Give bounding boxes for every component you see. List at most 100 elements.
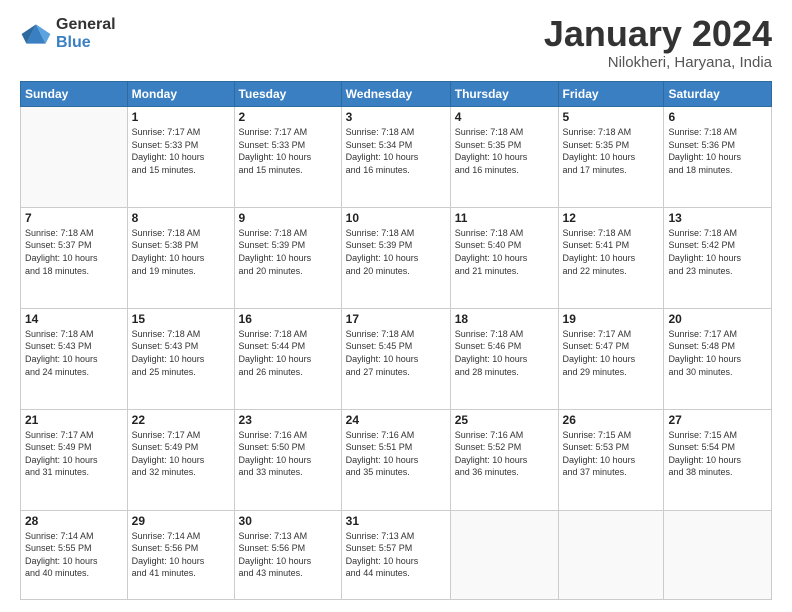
day-info: Sunrise: 7:18 AM Sunset: 5:39 PM Dayligh… xyxy=(239,227,337,277)
day-number: 10 xyxy=(346,211,446,225)
logo-blue-text: Blue xyxy=(56,34,116,52)
day-info: Sunrise: 7:17 AM Sunset: 5:33 PM Dayligh… xyxy=(239,126,337,176)
day-number: 22 xyxy=(132,413,230,427)
day-number: 3 xyxy=(346,110,446,124)
header: General Blue January 2024 Nilokheri, Har… xyxy=(20,16,772,71)
header-sunday: Sunday xyxy=(21,82,128,107)
calendar-cell: 2 Sunrise: 7:17 AM Sunset: 5:33 PM Daylig… xyxy=(234,107,341,208)
day-number: 26 xyxy=(563,413,660,427)
header-wednesday: Wednesday xyxy=(341,82,450,107)
calendar-cell xyxy=(558,510,664,599)
day-number: 19 xyxy=(563,312,660,326)
day-info: Sunrise: 7:16 AM Sunset: 5:50 PM Dayligh… xyxy=(239,429,337,479)
calendar-cell: 24 Sunrise: 7:16 AM Sunset: 5:51 PM Dayli… xyxy=(341,409,450,510)
day-info: Sunrise: 7:18 AM Sunset: 5:38 PM Dayligh… xyxy=(132,227,230,277)
day-number: 20 xyxy=(668,312,767,326)
day-info: Sunrise: 7:16 AM Sunset: 5:51 PM Dayligh… xyxy=(346,429,446,479)
day-info: Sunrise: 7:18 AM Sunset: 5:43 PM Dayligh… xyxy=(132,328,230,378)
day-info: Sunrise: 7:18 AM Sunset: 5:39 PM Dayligh… xyxy=(346,227,446,277)
calendar-cell: 18 Sunrise: 7:18 AM Sunset: 5:46 PM Dayli… xyxy=(450,308,558,409)
day-number: 2 xyxy=(239,110,337,124)
calendar-cell: 23 Sunrise: 7:16 AM Sunset: 5:50 PM Dayli… xyxy=(234,409,341,510)
day-info: Sunrise: 7:18 AM Sunset: 5:34 PM Dayligh… xyxy=(346,126,446,176)
calendar-cell: 31Sunrise: 7:13 AM Sunset: 5:57 PM Dayli… xyxy=(341,510,450,599)
logo-icon xyxy=(20,18,52,50)
day-number: 28 xyxy=(25,514,123,528)
day-info: Sunrise: 7:15 AM Sunset: 5:54 PM Dayligh… xyxy=(668,429,767,479)
calendar-cell: 7 Sunrise: 7:18 AM Sunset: 5:37 PM Daylig… xyxy=(21,207,128,308)
logo: General Blue xyxy=(20,16,116,51)
day-info: Sunrise: 7:17 AM Sunset: 5:48 PM Dayligh… xyxy=(668,328,767,378)
calendar-cell: 4 Sunrise: 7:18 AM Sunset: 5:35 PM Daylig… xyxy=(450,107,558,208)
day-number: 30 xyxy=(239,514,337,528)
header-tuesday: Tuesday xyxy=(234,82,341,107)
day-number: 5 xyxy=(563,110,660,124)
calendar-cell: 28 Sunrise: 7:14 AM Sunset: 5:55 PM Dayli… xyxy=(21,510,128,599)
day-info: Sunrise: 7:17 AM Sunset: 5:47 PM Dayligh… xyxy=(563,328,660,378)
day-info: Sunrise: 7:14 AM Sunset: 5:55 PM Dayligh… xyxy=(25,530,123,580)
calendar-cell: 25Sunrise: 7:16 AM Sunset: 5:52 PM Dayli… xyxy=(450,409,558,510)
day-info: Sunrise: 7:14 AM Sunset: 5:56 PM Dayligh… xyxy=(132,530,230,580)
logo-general-text: General xyxy=(56,16,116,34)
day-number: 7 xyxy=(25,211,123,225)
day-number: 18 xyxy=(455,312,554,326)
calendar-cell: 20 Sunrise: 7:17 AM Sunset: 5:48 PM Dayli… xyxy=(664,308,772,409)
calendar-cell: 1Sunrise: 7:17 AM Sunset: 5:33 PM Daylig… xyxy=(127,107,234,208)
title-block: January 2024 Nilokheri, Haryana, India xyxy=(544,16,772,71)
header-monday: Monday xyxy=(127,82,234,107)
calendar-cell: 11Sunrise: 7:18 AM Sunset: 5:40 PM Dayli… xyxy=(450,207,558,308)
day-number: 24 xyxy=(346,413,446,427)
calendar-cell: 3 Sunrise: 7:18 AM Sunset: 5:34 PM Daylig… xyxy=(341,107,450,208)
calendar-cell xyxy=(21,107,128,208)
calendar-cell: 30 Sunrise: 7:13 AM Sunset: 5:56 PM Dayli… xyxy=(234,510,341,599)
day-number: 31 xyxy=(346,514,446,528)
day-number: 21 xyxy=(25,413,123,427)
calendar-cell: 13Sunrise: 7:18 AM Sunset: 5:42 PM Dayli… xyxy=(664,207,772,308)
calendar-cell: 21Sunrise: 7:17 AM Sunset: 5:49 PM Dayli… xyxy=(21,409,128,510)
calendar-week-1: 7 Sunrise: 7:18 AM Sunset: 5:37 PM Daylig… xyxy=(21,207,772,308)
day-info: Sunrise: 7:18 AM Sunset: 5:35 PM Dayligh… xyxy=(563,126,660,176)
calendar-cell: 26 Sunrise: 7:15 AM Sunset: 5:53 PM Dayli… xyxy=(558,409,664,510)
calendar-table: SundayMondayTuesdayWednesdayThursdayFrid… xyxy=(20,81,772,600)
calendar-cell: 8Sunrise: 7:18 AM Sunset: 5:38 PM Daylig… xyxy=(127,207,234,308)
calendar-cell: 15 Sunrise: 7:18 AM Sunset: 5:43 PM Dayli… xyxy=(127,308,234,409)
day-number: 9 xyxy=(239,211,337,225)
day-info: Sunrise: 7:18 AM Sunset: 5:44 PM Dayligh… xyxy=(239,328,337,378)
day-info: Sunrise: 7:18 AM Sunset: 5:46 PM Dayligh… xyxy=(455,328,554,378)
day-info: Sunrise: 7:18 AM Sunset: 5:35 PM Dayligh… xyxy=(455,126,554,176)
header-saturday: Saturday xyxy=(664,82,772,107)
calendar-week-4: 28 Sunrise: 7:14 AM Sunset: 5:55 PM Dayli… xyxy=(21,510,772,599)
day-info: Sunrise: 7:18 AM Sunset: 5:37 PM Dayligh… xyxy=(25,227,123,277)
day-info: Sunrise: 7:18 AM Sunset: 5:41 PM Dayligh… xyxy=(563,227,660,277)
day-info: Sunrise: 7:13 AM Sunset: 5:56 PM Dayligh… xyxy=(239,530,337,580)
day-number: 4 xyxy=(455,110,554,124)
day-number: 14 xyxy=(25,312,123,326)
day-number: 6 xyxy=(668,110,767,124)
location: Nilokheri, Haryana, India xyxy=(544,54,772,71)
calendar-cell: 14Sunrise: 7:18 AM Sunset: 5:43 PM Dayli… xyxy=(21,308,128,409)
day-number: 23 xyxy=(239,413,337,427)
day-info: Sunrise: 7:18 AM Sunset: 5:36 PM Dayligh… xyxy=(668,126,767,176)
day-number: 17 xyxy=(346,312,446,326)
day-number: 29 xyxy=(132,514,230,528)
day-number: 25 xyxy=(455,413,554,427)
calendar-cell: 22Sunrise: 7:17 AM Sunset: 5:49 PM Dayli… xyxy=(127,409,234,510)
logo-text: General Blue xyxy=(56,16,116,51)
day-number: 12 xyxy=(563,211,660,225)
calendar-week-3: 21Sunrise: 7:17 AM Sunset: 5:49 PM Dayli… xyxy=(21,409,772,510)
calendar-cell: 12 Sunrise: 7:18 AM Sunset: 5:41 PM Dayli… xyxy=(558,207,664,308)
calendar-header-row: SundayMondayTuesdayWednesdayThursdayFrid… xyxy=(21,82,772,107)
day-number: 15 xyxy=(132,312,230,326)
calendar-cell: 16 Sunrise: 7:18 AM Sunset: 5:44 PM Dayli… xyxy=(234,308,341,409)
calendar-cell: 6 Sunrise: 7:18 AM Sunset: 5:36 PM Daylig… xyxy=(664,107,772,208)
calendar-cell: 10 Sunrise: 7:18 AM Sunset: 5:39 PM Dayli… xyxy=(341,207,450,308)
day-number: 16 xyxy=(239,312,337,326)
calendar-cell: 5 Sunrise: 7:18 AM Sunset: 5:35 PM Daylig… xyxy=(558,107,664,208)
header-thursday: Thursday xyxy=(450,82,558,107)
calendar-week-2: 14 Sunrise: 7:18 AM Sunset: 5:43 PM Dayli… xyxy=(21,308,772,409)
day-number: 11 xyxy=(455,211,554,225)
calendar-cell: 17Sunrise: 7:18 AM Sunset: 5:45 PM Dayli… xyxy=(341,308,450,409)
calendar-cell: 9 Sunrise: 7:18 AM Sunset: 5:39 PM Daylig… xyxy=(234,207,341,308)
day-info: Sunrise: 7:17 AM Sunset: 5:33 PM Dayligh… xyxy=(132,126,230,176)
day-info: Sunrise: 7:15 AM Sunset: 5:53 PM Dayligh… xyxy=(563,429,660,479)
